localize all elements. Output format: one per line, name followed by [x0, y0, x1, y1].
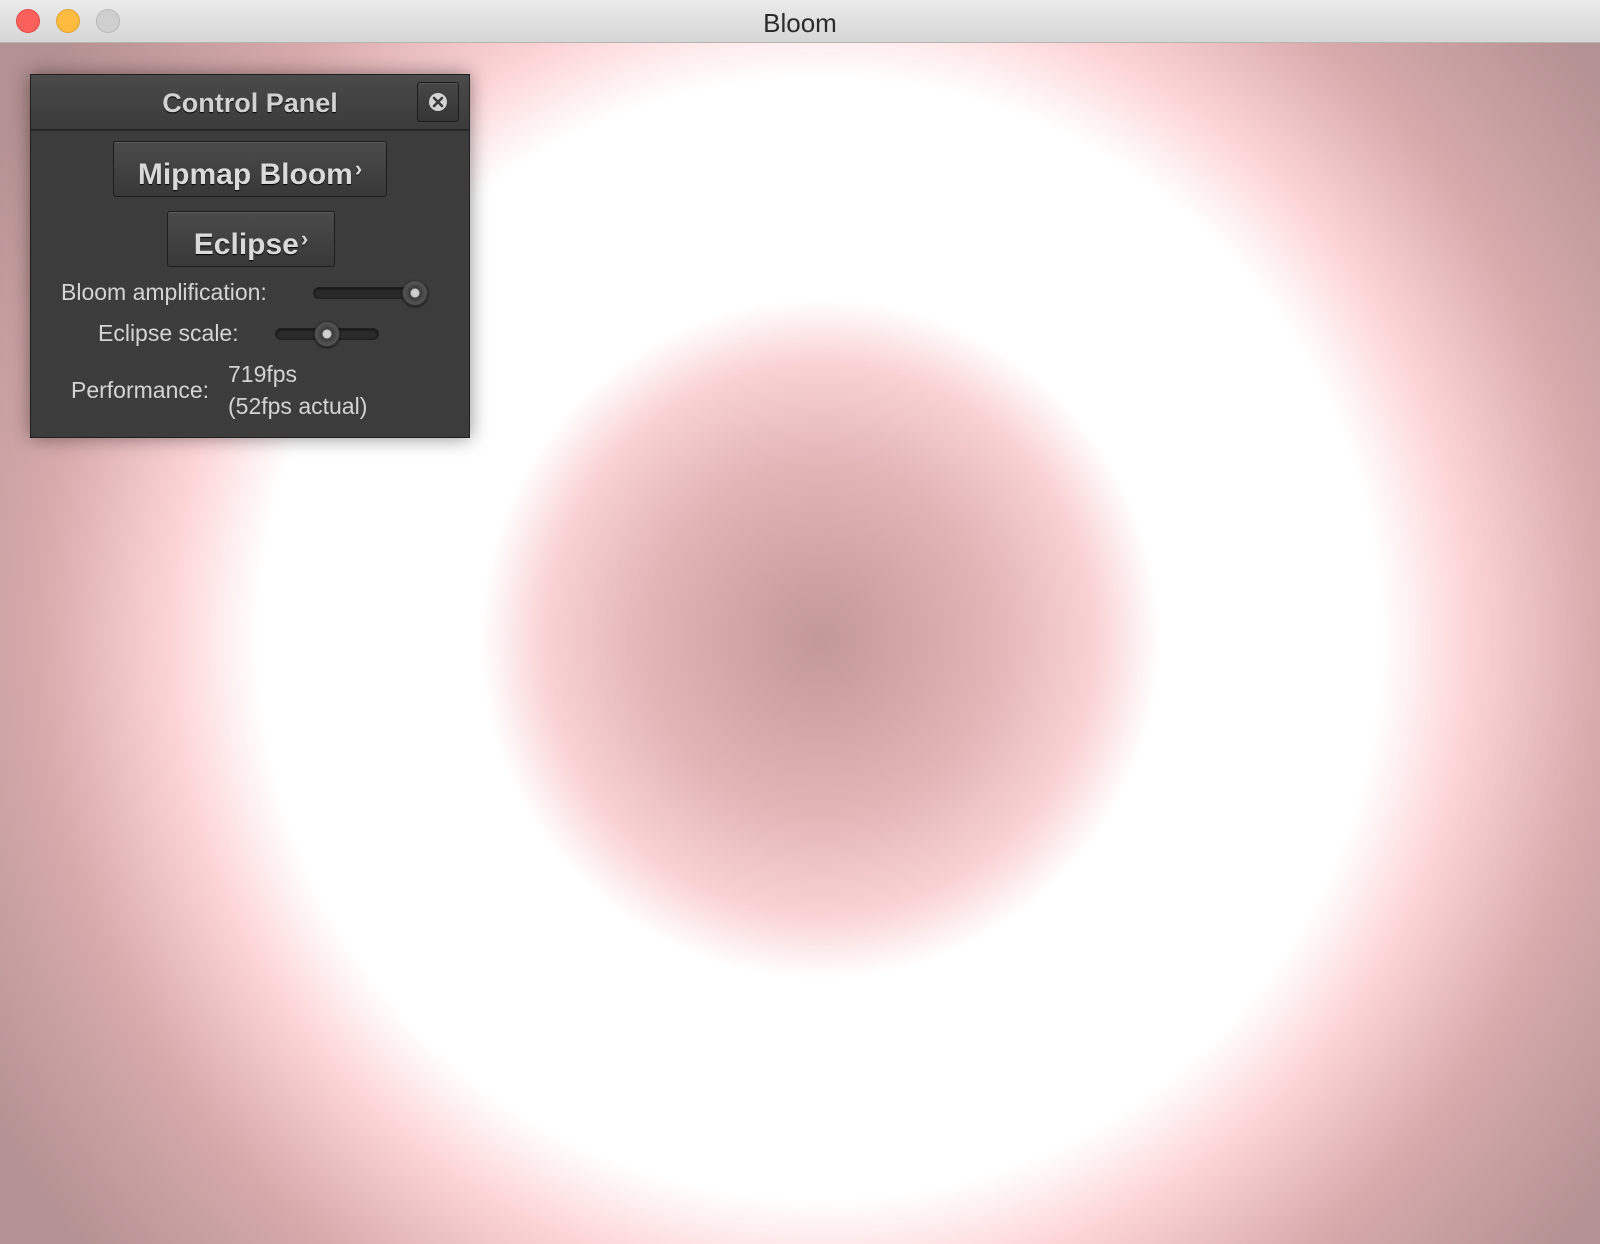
performance-label: Performance:: [71, 377, 210, 403]
eclipse-label: Eclipse: [193, 228, 299, 261]
mipmap-bloom-label: Mipmap Bloom: [137, 158, 353, 191]
bloom-amplification-slider-knob[interactable]: [401, 280, 428, 306]
app-window: Bloom Control Panel Mipmap Bloom› Eclips…: [0, 0, 1600, 1244]
chevron-right-icon: ›: [354, 156, 363, 181]
panel-close-button[interactable]: [417, 82, 459, 122]
control-panel-title: Control Panel: [162, 88, 338, 118]
performance-actual-fps-value: (52fps actual): [228, 393, 368, 419]
eclipse-scale-slider-knob[interactable]: [314, 321, 340, 347]
chevron-right-icon: ›: [300, 226, 309, 251]
eclipse-scale-label: Eclipse scale:: [98, 320, 239, 346]
control-panel-header[interactable]: Control Panel: [31, 75, 469, 131]
bloom-amplification-slider[interactable]: [313, 280, 428, 306]
eclipse-button[interactable]: Eclipse›: [167, 211, 335, 267]
window-title: Bloom: [763, 8, 837, 38]
close-circle-icon: [429, 93, 447, 111]
control-panel: Control Panel Mipmap Bloom› Eclipse› Blo…: [30, 74, 470, 438]
performance-fps-value: 719fps: [228, 361, 298, 387]
eclipse-scale-slider[interactable]: [275, 321, 379, 347]
mipmap-bloom-button[interactable]: Mipmap Bloom›: [113, 141, 387, 197]
bloom-amplification-label: Bloom amplification:: [61, 279, 267, 305]
title-bar: Bloom: [0, 0, 1600, 43]
